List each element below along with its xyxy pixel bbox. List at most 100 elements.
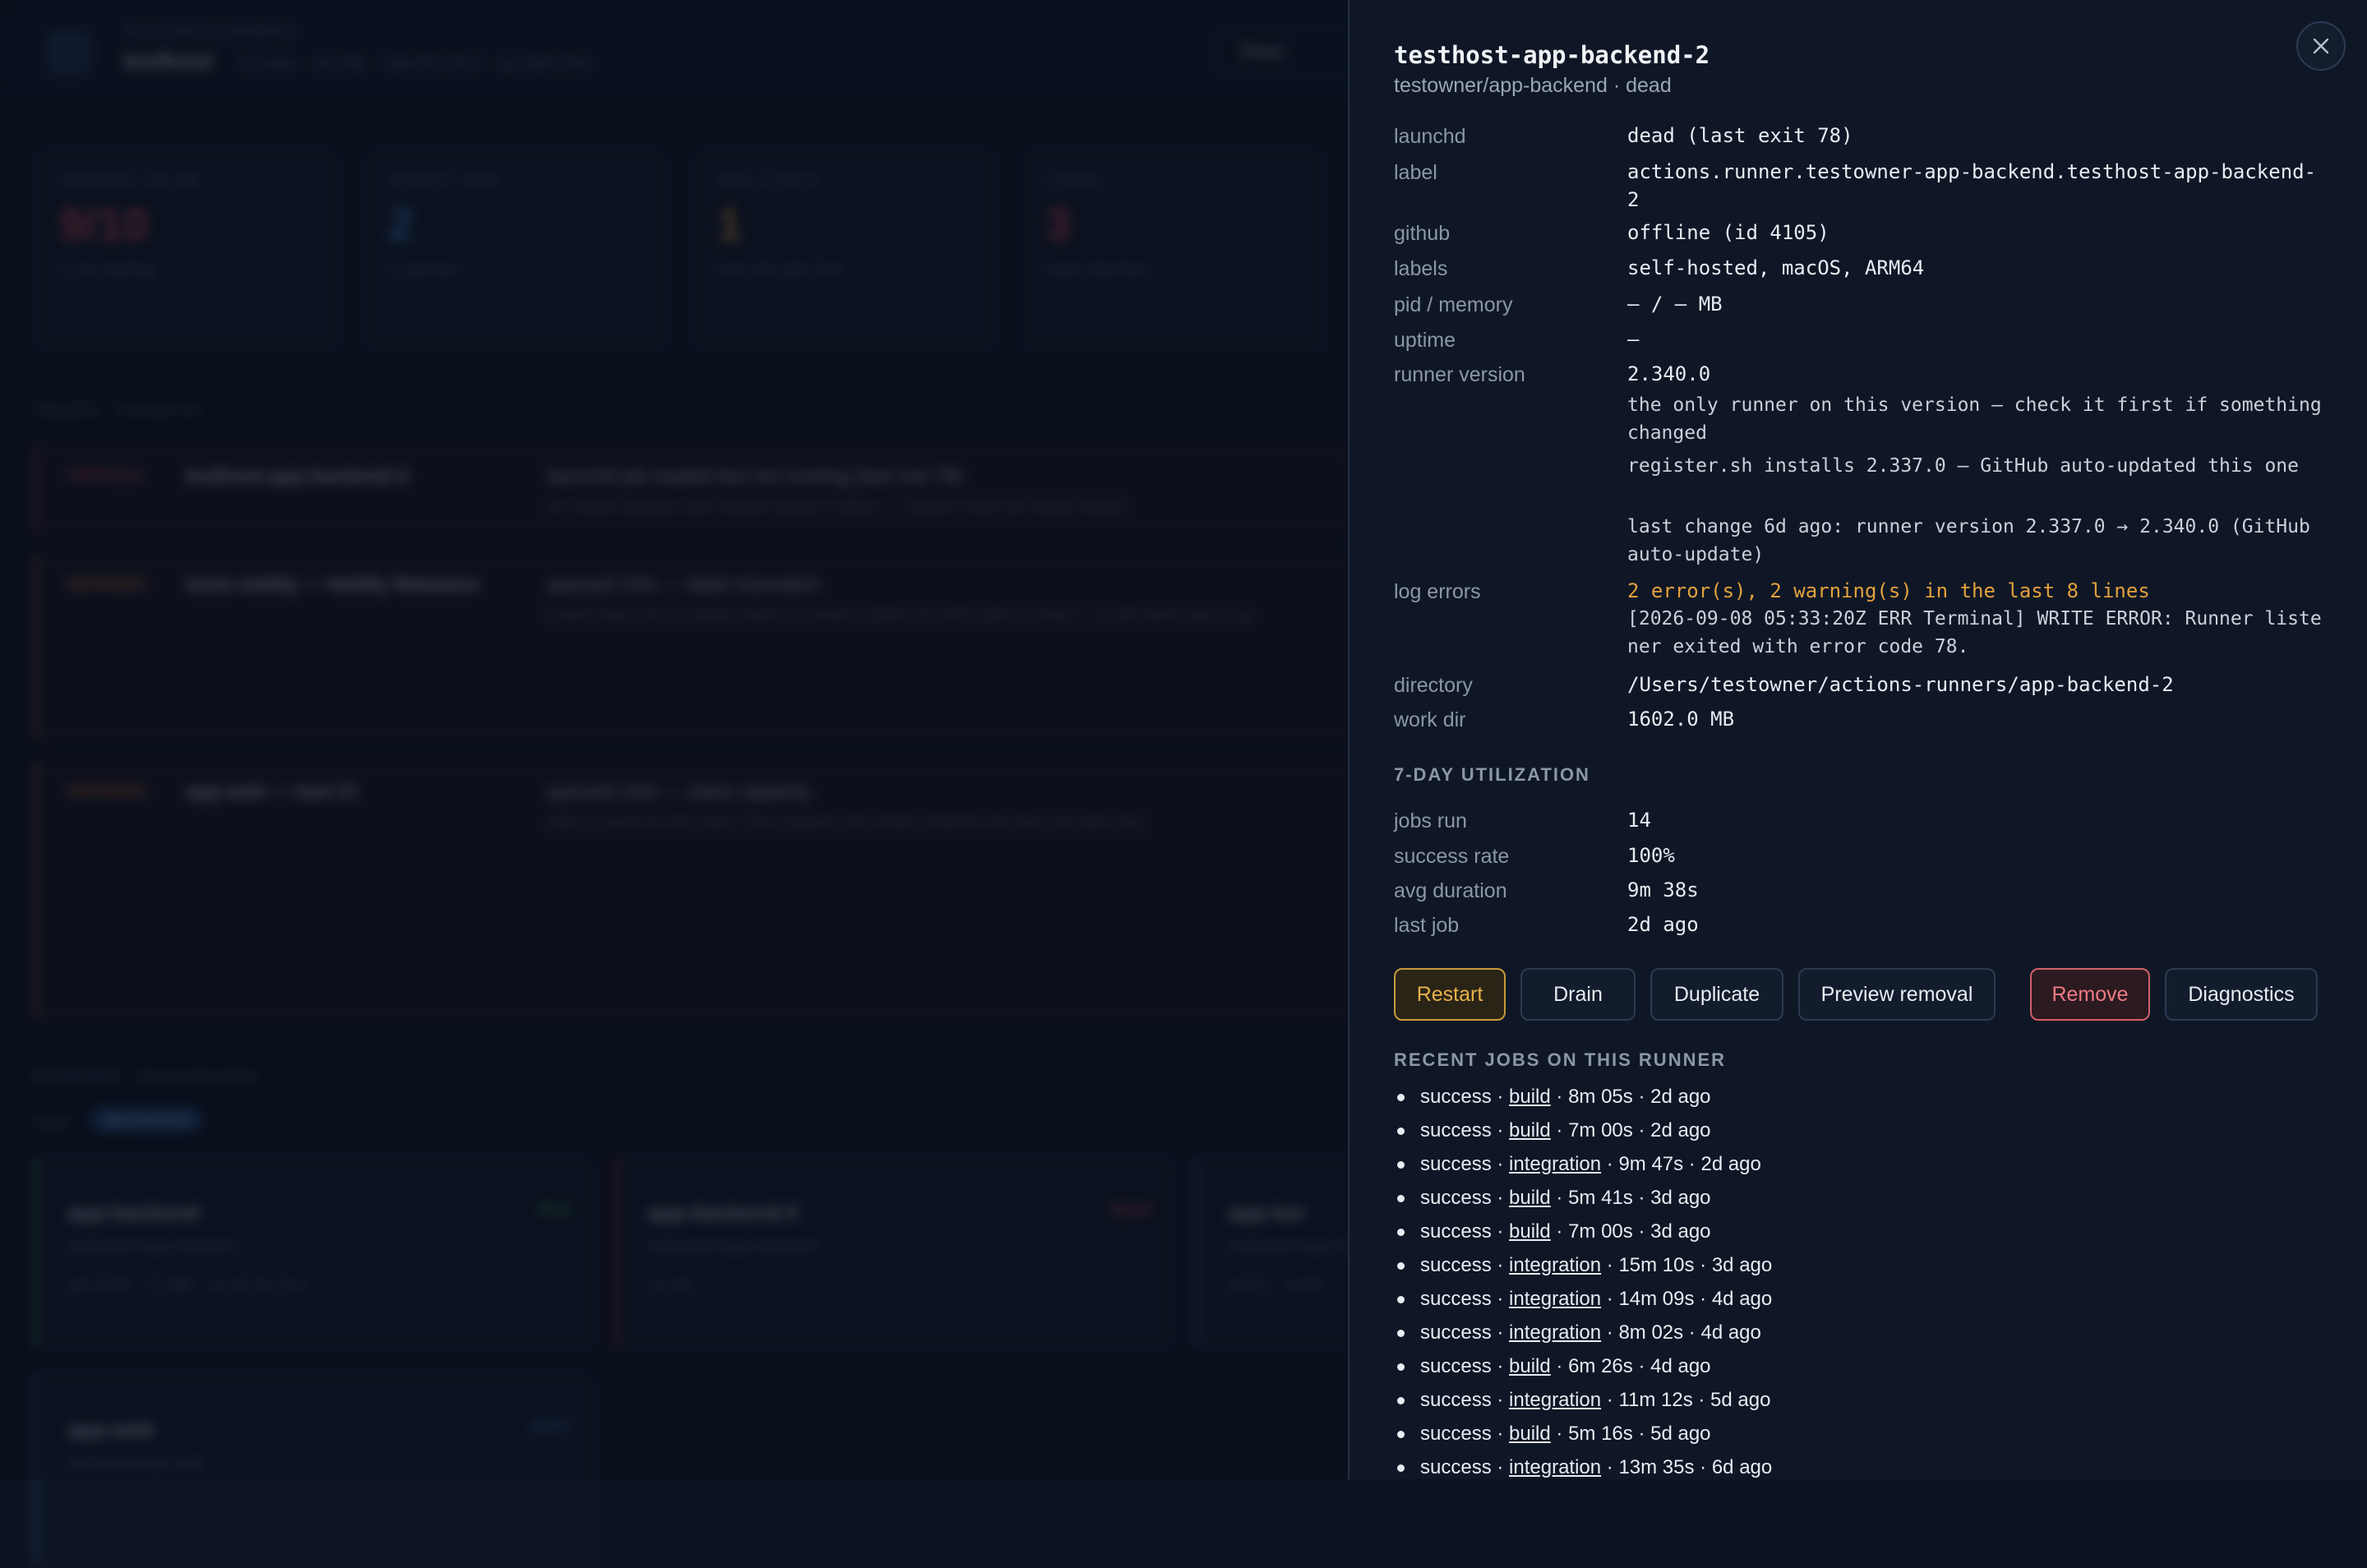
separator: ·: [1491, 1456, 1510, 1478]
separator: ·: [1692, 1389, 1711, 1411]
duplicate-button[interactable]: Duplicate: [1650, 968, 1783, 1021]
detail-key: directory: [1394, 674, 1473, 697]
drain-button[interactable]: Drain: [1520, 968, 1636, 1021]
job-age: 3d ago: [1711, 1254, 1773, 1276]
separator: ·: [1491, 1187, 1510, 1209]
recent-jobs-list: success · build · 8m 05s · 2d ago success…: [1394, 1080, 2331, 1479]
log-error-line: [2026-09-08 05:33:20Z ERR Terminal] WRIT…: [1627, 608, 2322, 657]
utilization-key: jobs run: [1394, 809, 1467, 832]
job-link[interactable]: integration: [1509, 1153, 1601, 1175]
separator: ·: [1601, 1456, 1619, 1478]
recent-job-item: success · build · 5m 16s · 5d ago: [1394, 1417, 2331, 1450]
utilization-value: 2d ago: [1627, 913, 1699, 936]
close-button[interactable]: [2296, 21, 2346, 71]
separator: ·: [1491, 1389, 1510, 1411]
separator: ·: [1632, 1187, 1651, 1209]
separator: ·: [1601, 1321, 1619, 1344]
diagnostics-button[interactable]: Diagnostics: [2165, 968, 2318, 1021]
separator: ·: [1491, 1288, 1510, 1310]
job-status: success: [1420, 1456, 1492, 1478]
recent-jobs-heading: RECENT JOBS ON THIS RUNNER: [1394, 1049, 1727, 1070]
remove-button[interactable]: Remove: [2030, 968, 2150, 1021]
detail-value: self-hosted, macOS, ARM64: [1627, 256, 1925, 279]
separator: ·: [1550, 1187, 1569, 1209]
detail-key: github: [1394, 222, 1451, 245]
separator: ·: [1601, 1389, 1619, 1411]
separator: ·: [1491, 1086, 1510, 1108]
detail-value: — / — MB: [1627, 293, 1723, 316]
utilization-key: success rate: [1394, 845, 1510, 868]
utilization-value: 9m 38s: [1627, 879, 1699, 902]
job-age: 4d ago: [1711, 1288, 1773, 1310]
separator: ·: [1601, 1254, 1619, 1276]
runner-version-note: register.sh installs 2.337.0 — GitHub au…: [1627, 455, 2299, 477]
separator: ·: [1694, 1254, 1712, 1276]
job-status: success: [1420, 1153, 1492, 1175]
job-age: 2d ago: [1650, 1119, 1711, 1141]
job-link[interactable]: build: [1509, 1423, 1551, 1445]
job-link[interactable]: build: [1509, 1119, 1551, 1141]
detail-value: offline (id 4105): [1627, 221, 1829, 244]
restart-button[interactable]: Restart: [1394, 968, 1506, 1021]
separator: ·: [1694, 1288, 1712, 1310]
separator: ·: [1550, 1423, 1569, 1445]
separator: ·: [1491, 1220, 1510, 1243]
job-status: success: [1420, 1389, 1492, 1411]
separator: ·: [1491, 1423, 1510, 1445]
separator: ·: [1601, 1153, 1619, 1175]
detail-value: actions.runner.testowner-app-backend.tes…: [1627, 160, 2317, 211]
job-duration: 13m 35s: [1618, 1456, 1695, 1478]
utilization-key: avg duration: [1394, 879, 1507, 902]
job-age: 2d ago: [1650, 1086, 1711, 1108]
job-duration: 11m 12s: [1618, 1389, 1693, 1411]
utilization-value: 100%: [1627, 844, 1675, 867]
job-age: 5d ago: [1650, 1423, 1711, 1445]
job-age: 5d ago: [1710, 1389, 1771, 1411]
job-link[interactable]: build: [1509, 1086, 1551, 1108]
recent-job-item: success · integration · 14m 09s · 4d ago: [1394, 1282, 2331, 1316]
runner-version-note: last change 6d ago: runner version 2.337…: [1627, 516, 2310, 565]
separator: ·: [1491, 1119, 1510, 1141]
separator: ·: [1632, 1086, 1651, 1108]
job-link[interactable]: build: [1509, 1220, 1551, 1243]
job-status: success: [1420, 1355, 1492, 1377]
job-status: success: [1420, 1187, 1492, 1209]
separator: ·: [1550, 1086, 1569, 1108]
job-duration: 7m 00s: [1568, 1220, 1633, 1243]
detail-key: launchd: [1394, 125, 1466, 148]
job-link[interactable]: integration: [1509, 1321, 1601, 1344]
utilization-heading: 7-DAY UTILIZATION: [1394, 764, 1590, 785]
runner-detail-drawer: testhost-app-backend-2 testowner/app-bac…: [1348, 0, 2367, 1479]
separator: ·: [1683, 1321, 1701, 1344]
job-age: 3d ago: [1650, 1220, 1711, 1243]
job-duration: 14m 09s: [1618, 1288, 1695, 1310]
detail-key: label: [1394, 161, 1437, 184]
detail-key: labels: [1394, 257, 1448, 280]
separator: ·: [1550, 1119, 1569, 1141]
job-duration: 15m 10s: [1618, 1254, 1695, 1276]
recent-job-item: success · build · 7m 00s · 3d ago: [1394, 1215, 2331, 1248]
job-link[interactable]: build: [1509, 1355, 1551, 1377]
job-link[interactable]: integration: [1509, 1254, 1601, 1276]
separator: ·: [1491, 1321, 1510, 1344]
log-errors-summary: 2 error(s), 2 warning(s) in the last 8 l…: [1627, 579, 2150, 602]
separator: ·: [1632, 1355, 1651, 1377]
job-link[interactable]: integration: [1509, 1456, 1601, 1478]
job-duration: 9m 47s: [1618, 1153, 1684, 1175]
job-duration: 7m 00s: [1568, 1119, 1633, 1141]
job-link[interactable]: integration: [1509, 1288, 1601, 1310]
job-status: success: [1420, 1288, 1492, 1310]
recent-job-item: success · build · 8m 05s · 2d ago: [1394, 1080, 2331, 1114]
job-age: 4d ago: [1700, 1321, 1761, 1344]
job-link[interactable]: integration: [1509, 1389, 1601, 1411]
detail-value: /Users/testowner/actions-runners/app-bac…: [1627, 673, 2174, 696]
recent-job-item: success · build · 7m 00s · 2d ago: [1394, 1114, 2331, 1147]
separator: ·: [1491, 1254, 1510, 1276]
preview-removal-button[interactable]: Preview removal: [1798, 968, 1996, 1021]
modal-scrim[interactable]: [0, 0, 1348, 1479]
job-link[interactable]: build: [1509, 1187, 1551, 1209]
separator: ·: [1491, 1153, 1510, 1175]
job-duration: 8m 05s: [1568, 1086, 1633, 1108]
detail-value: 1602.0 MB: [1627, 708, 1735, 731]
detail-value: 2.340.0: [1627, 362, 1711, 385]
